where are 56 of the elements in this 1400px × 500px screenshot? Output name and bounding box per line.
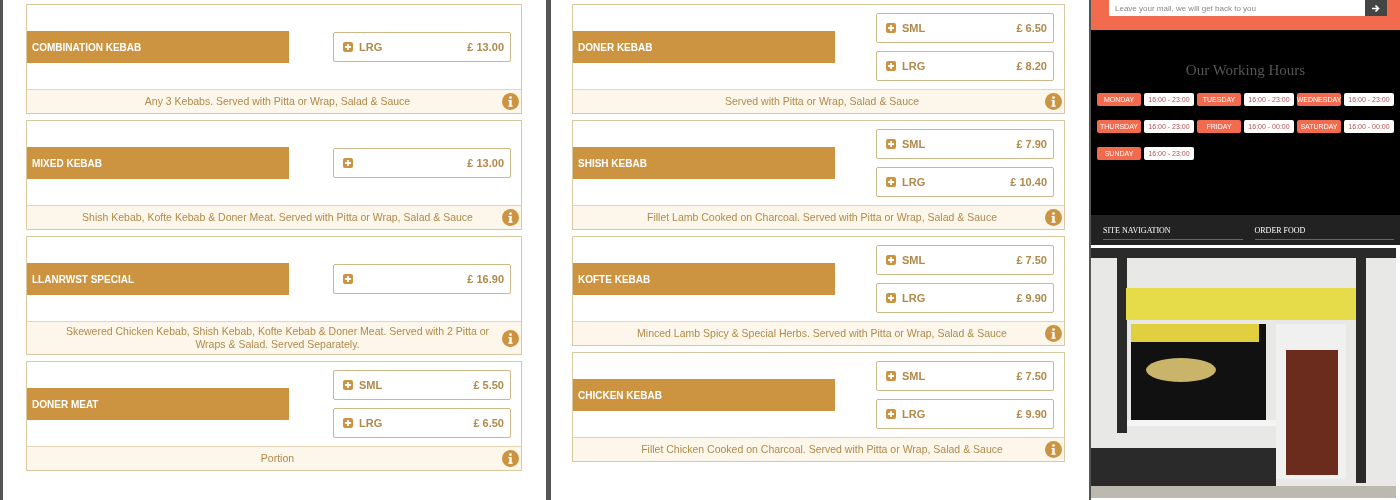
price-option-button[interactable]: LRG £ 8.20 [876, 51, 1054, 81]
plus-icon [886, 61, 896, 71]
plus-icon [886, 139, 896, 149]
item-name: CHICKEN KEBAB [573, 379, 835, 411]
hours-title: Our Working Hours [1185, 62, 1306, 79]
info-icon[interactable] [1045, 325, 1062, 342]
plus-icon [343, 418, 353, 428]
item-description: Skewered Chicken Kebab, Shish Kebab, Kofte Kebab & Doner Meat. Served with 2 Pitta or Wraps & Salad. Served Separately. [64, 325, 491, 351]
item-description: Minced Lamb Spicy & Special Herbs. Served with Pitta or Wrap, Salad & Sauce [636, 327, 1008, 340]
price-option-button[interactable]: LRG £ 10.40 [876, 167, 1054, 197]
plus-icon [886, 23, 896, 33]
item-description: Fillet Chicken Cooked on Charcoal. Served with Pitta or Wrap, Salad & Sauce [640, 443, 1004, 456]
price-option-button[interactable]: LRG £ 6.50 [333, 408, 511, 438]
info-icon[interactable] [502, 209, 519, 226]
plus-icon [886, 371, 896, 381]
item-name: KOFTE KEBAB [573, 263, 835, 295]
price-option-button[interactable]: SML £ 7.90 [876, 129, 1054, 159]
item-description: Served with Pitta or Wrap, Salad & Sauce [723, 95, 921, 108]
price-option-button[interactable]: £ 16.90 [333, 264, 511, 294]
info-icon[interactable] [1045, 209, 1062, 226]
price-option-button[interactable]: LRG £ 13.00 [333, 32, 511, 62]
footer-heading: SITE NAVIGATION [1103, 222, 1243, 240]
info-icon[interactable] [502, 329, 519, 347]
item-name: DONER KEBAB [573, 31, 835, 63]
price-option-button[interactable]: LRG £ 9.90 [876, 399, 1054, 429]
price-option-button[interactable]: SML £ 7.50 [876, 245, 1054, 275]
item-description: Shish Kebab, Kofte Kebab & Doner Meat. Served with Pitta or Wrap, Salad & Sauce [81, 211, 474, 224]
email-field[interactable]: Leave your mail, we will get back to you [1109, 0, 1365, 16]
price-option-button[interactable]: SML £ 6.50 [876, 13, 1054, 43]
price-option-button[interactable]: LRG £ 9.90 [876, 283, 1054, 313]
price-option-button[interactable]: SML £ 7.50 [876, 361, 1054, 391]
item-description: Fillet Lamb Cooked on Charcoal. Served with Pitta or Wrap, Salad & Sauce [646, 211, 998, 224]
info-icon[interactable] [1045, 441, 1062, 458]
submit-button[interactable] [1365, 0, 1387, 16]
info-icon[interactable] [502, 93, 519, 110]
plus-icon [343, 158, 353, 168]
plus-icon [886, 293, 896, 303]
arrow-icon [1372, 4, 1380, 12]
item-name: SHISH KEBAB [573, 147, 835, 179]
plus-icon [886, 177, 896, 187]
item-name: LLANRWST SPECIAL [27, 263, 289, 295]
plus-icon [343, 274, 353, 284]
plus-icon [886, 409, 896, 419]
info-icon[interactable] [502, 450, 519, 467]
plus-icon [343, 380, 353, 390]
price-option-button[interactable]: SML £ 5.50 [333, 370, 511, 400]
price-option-button[interactable]: £ 13.00 [333, 148, 511, 178]
plus-icon [886, 255, 896, 265]
info-icon[interactable] [1045, 93, 1062, 110]
footer-heading: ORDER FOOD [1254, 222, 1394, 240]
item-description: Any 3 Kebabs. Served with Pitta or Wrap, Salad & Sauce [143, 95, 412, 108]
item-description: Portion [259, 452, 296, 465]
item-name: COMBINATION KEBAB [27, 31, 289, 63]
item-name: MIXED KEBAB [27, 147, 289, 179]
item-name: DONER MEAT [27, 388, 289, 420]
plus-icon [343, 42, 353, 52]
